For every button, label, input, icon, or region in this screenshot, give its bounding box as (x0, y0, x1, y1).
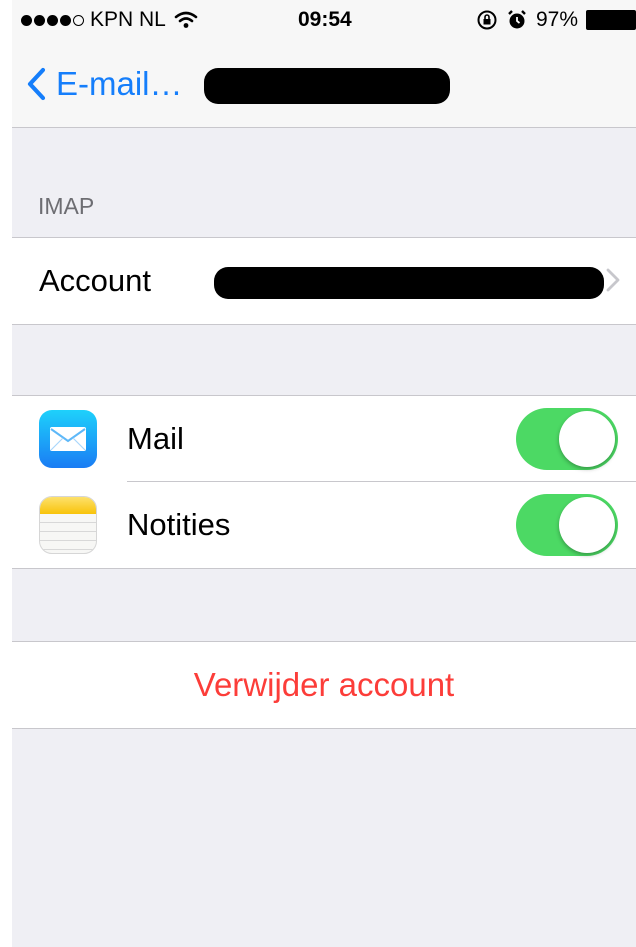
delete-account-button[interactable]: Verwijder account (12, 642, 636, 728)
settings-screen: KPN NL 09:54 97% E-mail… IMAP Account Ma… (0, 0, 636, 947)
app-row-notes: Notities (12, 482, 636, 568)
signal-dot (34, 14, 45, 26)
navigation-bar: E-mail… (12, 40, 636, 128)
app-label: Notities (127, 507, 231, 542)
delete-group: Verwijder account (12, 641, 636, 729)
signal-dot (60, 14, 71, 26)
screen-edge (0, 0, 12, 947)
app-label: Mail (127, 421, 184, 456)
toggle-knob (559, 497, 615, 553)
signal-strength-icon (21, 14, 84, 26)
signal-dot (73, 14, 84, 26)
battery-icon (586, 10, 636, 30)
notes-toggle[interactable] (516, 494, 618, 556)
account-row[interactable]: Account (12, 238, 636, 324)
clock: 09:54 (298, 8, 352, 31)
redacted-account-value (214, 267, 604, 299)
notes-icon (39, 496, 97, 554)
status-bar: KPN NL 09:54 97% (12, 0, 636, 40)
imap-account-group: Account (12, 237, 636, 325)
alarm-icon (508, 10, 526, 29)
section-header-imap: IMAP (38, 193, 95, 219)
status-left: KPN NL (21, 0, 198, 40)
wifi-icon (174, 11, 198, 28)
mail-toggle[interactable] (516, 408, 618, 470)
toggle-knob (559, 411, 615, 467)
apps-group: Mail Notities (12, 395, 636, 569)
back-button[interactable]: E-mail… (26, 62, 183, 106)
status-right: 97% (476, 0, 636, 40)
signal-dot (47, 14, 58, 26)
battery-percentage: 97% (535, 8, 578, 31)
chevron-left-icon (27, 67, 46, 101)
account-label: Account (39, 263, 152, 298)
signal-dot (21, 14, 32, 26)
app-row-mail: Mail (12, 396, 636, 482)
carrier-name: KPN NL (90, 8, 166, 31)
chevron-right-icon (606, 268, 620, 292)
mail-icon (39, 410, 97, 468)
delete-account-label: Verwijder account (193, 666, 455, 703)
rotation-lock-icon (477, 10, 497, 30)
back-button-label: E-mail… (56, 65, 183, 102)
redacted-title (204, 68, 450, 104)
